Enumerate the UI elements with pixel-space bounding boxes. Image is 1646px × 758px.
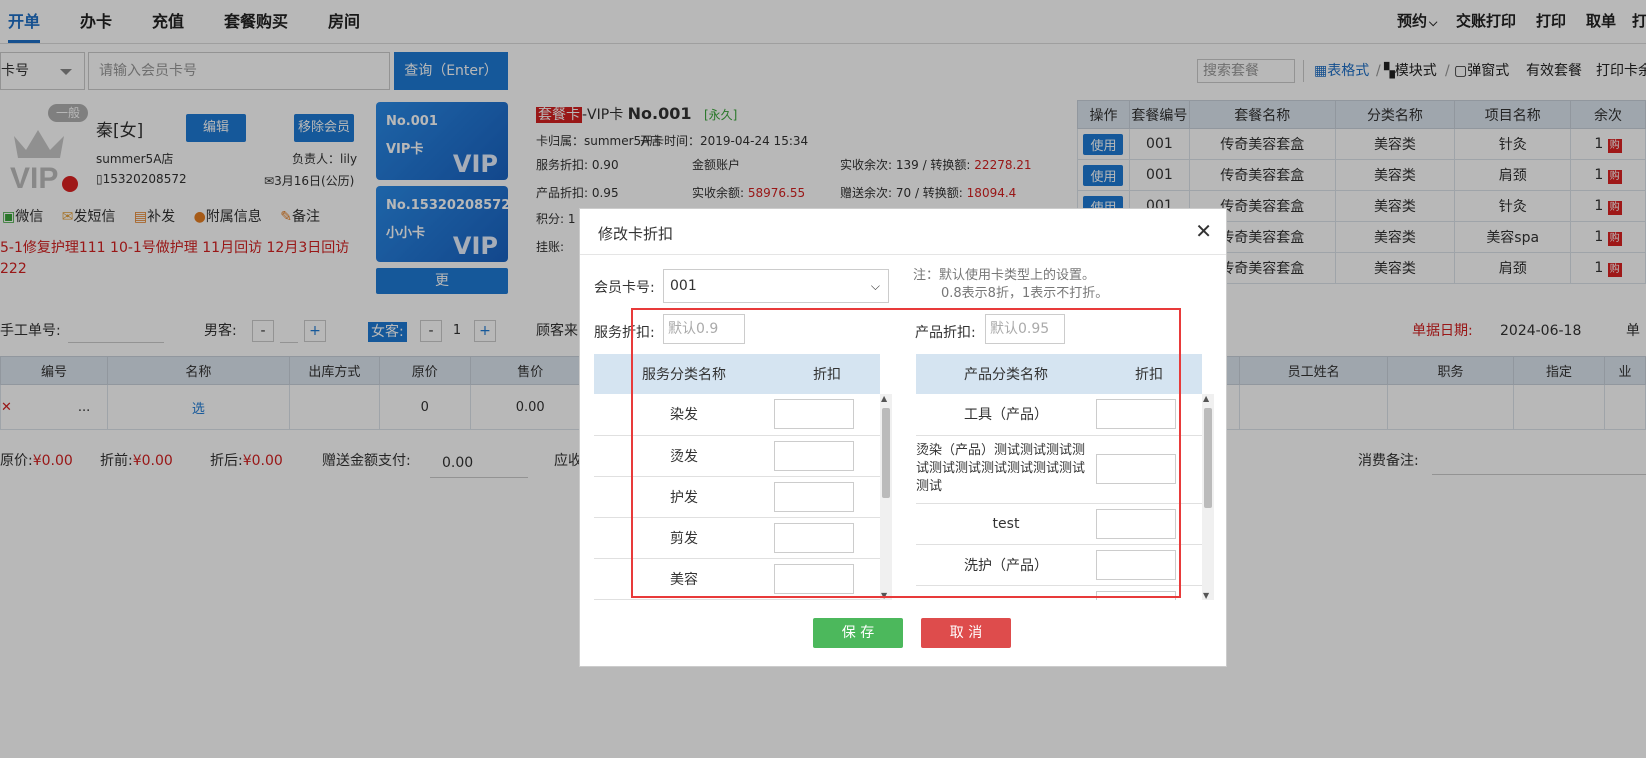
card-no-value: 001	[670, 278, 697, 294]
note-line-1: 注：默认使用卡类型上的设置。	[913, 268, 1096, 283]
chevron-down-icon: ⌵	[870, 279, 880, 293]
highlight-box	[631, 308, 1181, 598]
save-button[interactable]: 保 存	[813, 618, 903, 648]
scroll-down-icon[interactable]: ▼	[1203, 591, 1209, 600]
note-line-2: 0.8表示8折，1表示不打折。	[941, 286, 1109, 301]
modal-title: 修改卡折扣	[598, 225, 674, 243]
scroll-up-icon[interactable]: ▲	[1203, 394, 1209, 403]
card-no-select[interactable]: 001 ⌵	[663, 269, 889, 303]
card-no-label: 会员卡号:	[594, 280, 655, 296]
modal-header: 修改卡折扣 ✕	[580, 209, 1226, 255]
app-root: 开单 办卡 充值 套餐购买 房间 预约⌵ 交账打印 打印 取单 打印卡余 卡号 …	[0, 0, 1646, 758]
close-icon[interactable]: ✕	[1195, 219, 1212, 243]
scroll-thumb[interactable]	[1204, 408, 1212, 508]
product-scrollbar[interactable]: ▲ ▼	[1202, 394, 1214, 600]
cancel-button[interactable]: 取 消	[921, 618, 1011, 648]
